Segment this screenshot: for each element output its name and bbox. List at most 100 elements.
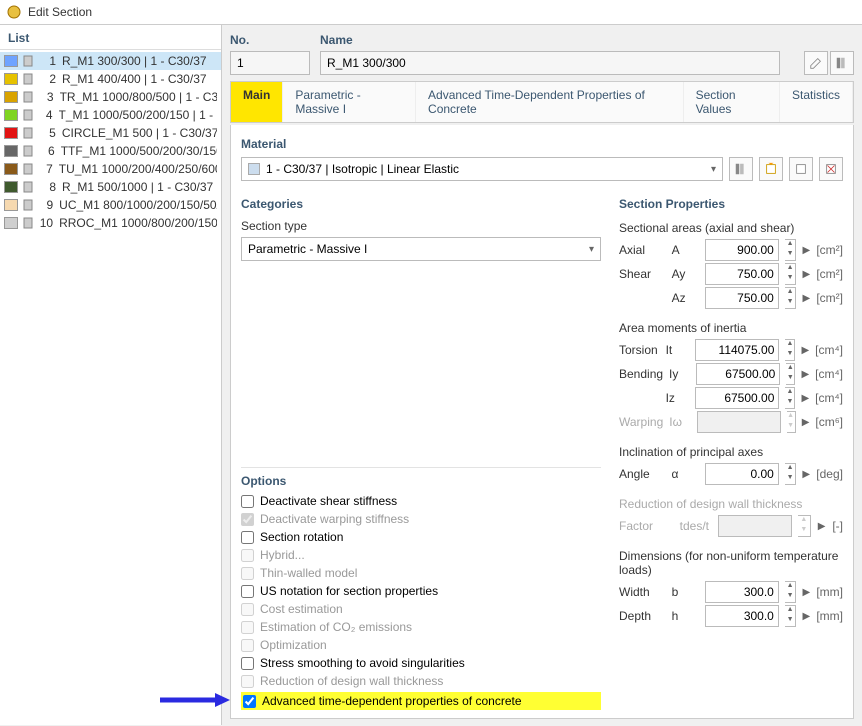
- spinner[interactable]: ▲▼: [785, 239, 796, 261]
- library-button[interactable]: [830, 51, 854, 75]
- prop-row: Torsion It ▲▼ ▶ [cm⁴]: [619, 339, 843, 361]
- no-input[interactable]: [230, 51, 310, 75]
- color-swatch: [4, 163, 18, 175]
- option-row[interactable]: Deactivate shear stiffness: [241, 494, 601, 508]
- prop-row: Iz ▲▼ ▶ [cm⁴]: [619, 387, 843, 409]
- color-swatch: [4, 127, 18, 139]
- option-checkbox[interactable]: [241, 657, 254, 670]
- option-checkbox[interactable]: [243, 695, 256, 708]
- spinner[interactable]: ▲▼: [785, 287, 796, 309]
- material-header: Material: [241, 133, 843, 157]
- list-item-label: TTF_M1 1000/500/200/30/150 |: [61, 144, 217, 158]
- annotation-arrow-icon: [160, 692, 230, 708]
- goto-icon[interactable]: ▶: [801, 393, 809, 404]
- prop-symbol: tdes/t: [680, 519, 712, 533]
- inertia-header: Area moments of inertia: [619, 317, 843, 339]
- spinner[interactable]: ▲▼: [785, 339, 795, 361]
- list-item[interactable]: 10 RROC_M1 1000/800/200/150/25/...: [0, 214, 221, 232]
- list-item[interactable]: 9 UC_M1 800/1000/200/150/50/75/...: [0, 196, 221, 214]
- spinner[interactable]: ▲▼: [786, 363, 795, 385]
- list-item[interactable]: 2 R_M1 400/400 | 1 - C30/37: [0, 70, 221, 88]
- goto-icon: ▶: [802, 417, 810, 428]
- prop-value-input: [697, 411, 781, 433]
- tab[interactable]: Advanced Time-Dependent Properties of Co…: [416, 82, 684, 122]
- list-item-label: TU_M1 1000/200/400/250/600/30/...: [59, 162, 217, 176]
- list-item-label: UC_M1 800/1000/200/150/50/75/...: [59, 198, 217, 212]
- goto-icon[interactable]: ▶: [801, 345, 809, 356]
- option-row[interactable]: Stress smoothing to avoid singularities: [241, 656, 601, 670]
- edit-name-button[interactable]: [804, 51, 828, 75]
- name-input[interactable]: [320, 51, 780, 75]
- material-select[interactable]: 1 - C30/37 | Isotropic | Linear Elastic …: [241, 157, 723, 181]
- prop-symbol: Iz: [666, 391, 690, 405]
- spinner[interactable]: ▲▼: [785, 387, 795, 409]
- options-group: Deactivate shear stiffness Deactivate wa…: [241, 494, 601, 710]
- goto-icon[interactable]: ▶: [802, 587, 810, 598]
- option-label: Stress smoothing to avoid singularities: [260, 656, 465, 670]
- goto-icon[interactable]: ▶: [802, 269, 810, 280]
- list-item[interactable]: 3 TR_M1 1000/800/500 | 1 - C30/37: [0, 88, 221, 106]
- prop-symbol: h: [672, 609, 699, 623]
- option-row[interactable]: Advanced time-dependent properties of co…: [241, 692, 601, 710]
- spinner[interactable]: ▲▼: [785, 463, 796, 485]
- option-label: US notation for section properties: [260, 584, 438, 598]
- prop-value-input[interactable]: [695, 387, 779, 409]
- option-label: Optimization: [260, 638, 327, 652]
- list-item[interactable]: 5 CIRCLE_M1 500 | 1 - C30/37: [0, 124, 221, 142]
- goto-icon[interactable]: ▶: [802, 293, 810, 304]
- chevron-down-icon: ▾: [711, 164, 716, 175]
- color-swatch: [4, 145, 18, 157]
- prop-value-input[interactable]: [705, 605, 779, 627]
- prop-row: Az ▲▼ ▶ [cm²]: [619, 287, 843, 309]
- prop-value-input[interactable]: [705, 239, 779, 261]
- list-item[interactable]: 1 R_M1 300/300 | 1 - C30/37: [0, 52, 221, 70]
- option-checkbox[interactable]: [241, 495, 254, 508]
- list-item-number: 6: [38, 144, 55, 158]
- option-row: Thin-walled model: [241, 566, 601, 580]
- prop-value-input[interactable]: [705, 263, 779, 285]
- material-new-button[interactable]: [759, 157, 783, 181]
- prop-value-input[interactable]: [705, 287, 779, 309]
- material-swatch: [248, 163, 260, 175]
- goto-icon[interactable]: ▶: [802, 245, 810, 256]
- list-item[interactable]: 4 T_M1 1000/500/200/150 | 1 - C30/37: [0, 106, 221, 124]
- prop-value-input[interactable]: [695, 339, 779, 361]
- section-shape-icon: [20, 179, 36, 195]
- spinner[interactable]: ▲▼: [785, 263, 796, 285]
- option-checkbox[interactable]: [241, 531, 254, 544]
- tab[interactable]: Parametric - Massive I: [283, 82, 416, 122]
- option-row[interactable]: Section rotation: [241, 530, 601, 544]
- tab[interactable]: Section Values: [684, 82, 780, 122]
- material-edit-button[interactable]: [789, 157, 813, 181]
- list-item-label: R_M1 300/300 | 1 - C30/37: [62, 54, 207, 68]
- color-swatch: [4, 55, 18, 67]
- spinner[interactable]: ▲▼: [785, 605, 796, 627]
- list-item[interactable]: 8 R_M1 500/1000 | 1 - C30/37: [0, 178, 221, 196]
- option-checkbox[interactable]: [241, 585, 254, 598]
- tab[interactable]: Main: [231, 82, 283, 122]
- list-container[interactable]: 1 R_M1 300/300 | 1 - C30/37 2 R_M1 400/4…: [0, 50, 221, 725]
- details-panel: No. Name MainParametric - Massive IAdvan…: [222, 25, 862, 725]
- section-type-value: Parametric - Massive I: [248, 242, 367, 256]
- material-library-button[interactable]: [729, 157, 753, 181]
- list-item[interactable]: 7 TU_M1 1000/200/400/250/600/30/...: [0, 160, 221, 178]
- prop-value-input[interactable]: [705, 581, 779, 603]
- goto-icon[interactable]: ▶: [802, 611, 810, 622]
- color-swatch: [4, 181, 18, 193]
- tab[interactable]: Statistics: [780, 82, 853, 122]
- list-item[interactable]: 6 TTF_M1 1000/500/200/30/150 |: [0, 142, 221, 160]
- prop-value-input[interactable]: [705, 463, 779, 485]
- spinner[interactable]: ▲▼: [785, 581, 796, 603]
- material-delete-button[interactable]: [819, 157, 843, 181]
- list-item-label: R_M1 500/1000 | 1 - C30/37: [62, 180, 213, 194]
- goto-icon[interactable]: ▶: [802, 469, 810, 480]
- option-label: Estimation of CO₂ emissions: [260, 620, 412, 634]
- option-row[interactable]: US notation for section properties: [241, 584, 601, 598]
- prop-value-input[interactable]: [696, 363, 780, 385]
- section-type-select[interactable]: Parametric - Massive I ▾: [241, 237, 601, 261]
- option-checkbox: [241, 567, 254, 580]
- section-shape-icon: [20, 89, 36, 105]
- goto-icon[interactable]: ▶: [801, 369, 809, 380]
- option-label: Thin-walled model: [260, 566, 357, 580]
- option-label: Advanced time-dependent properties of co…: [262, 694, 522, 708]
